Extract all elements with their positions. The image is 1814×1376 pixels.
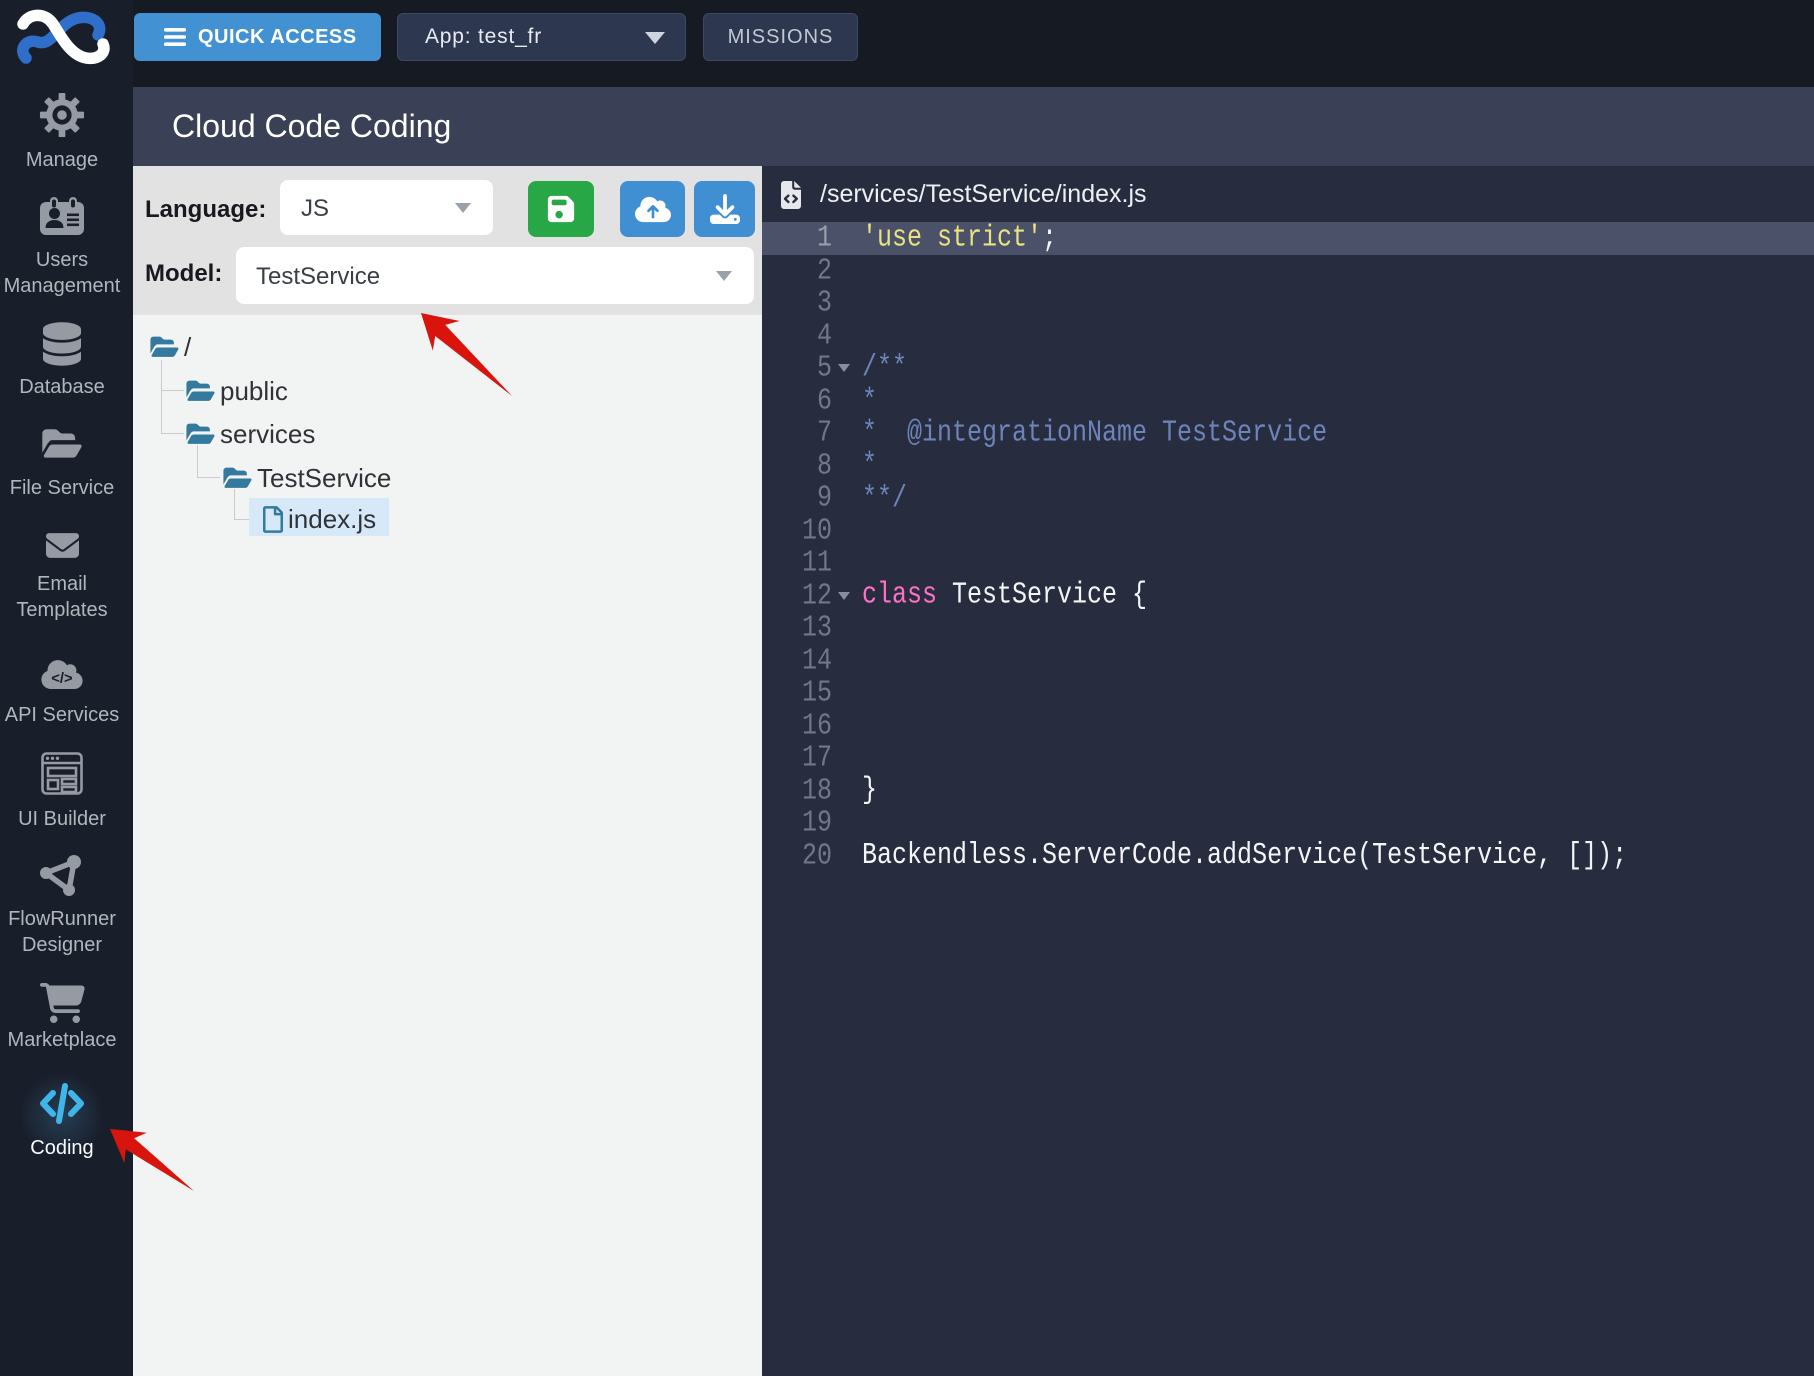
svg-text:</>: </> [51, 671, 73, 687]
